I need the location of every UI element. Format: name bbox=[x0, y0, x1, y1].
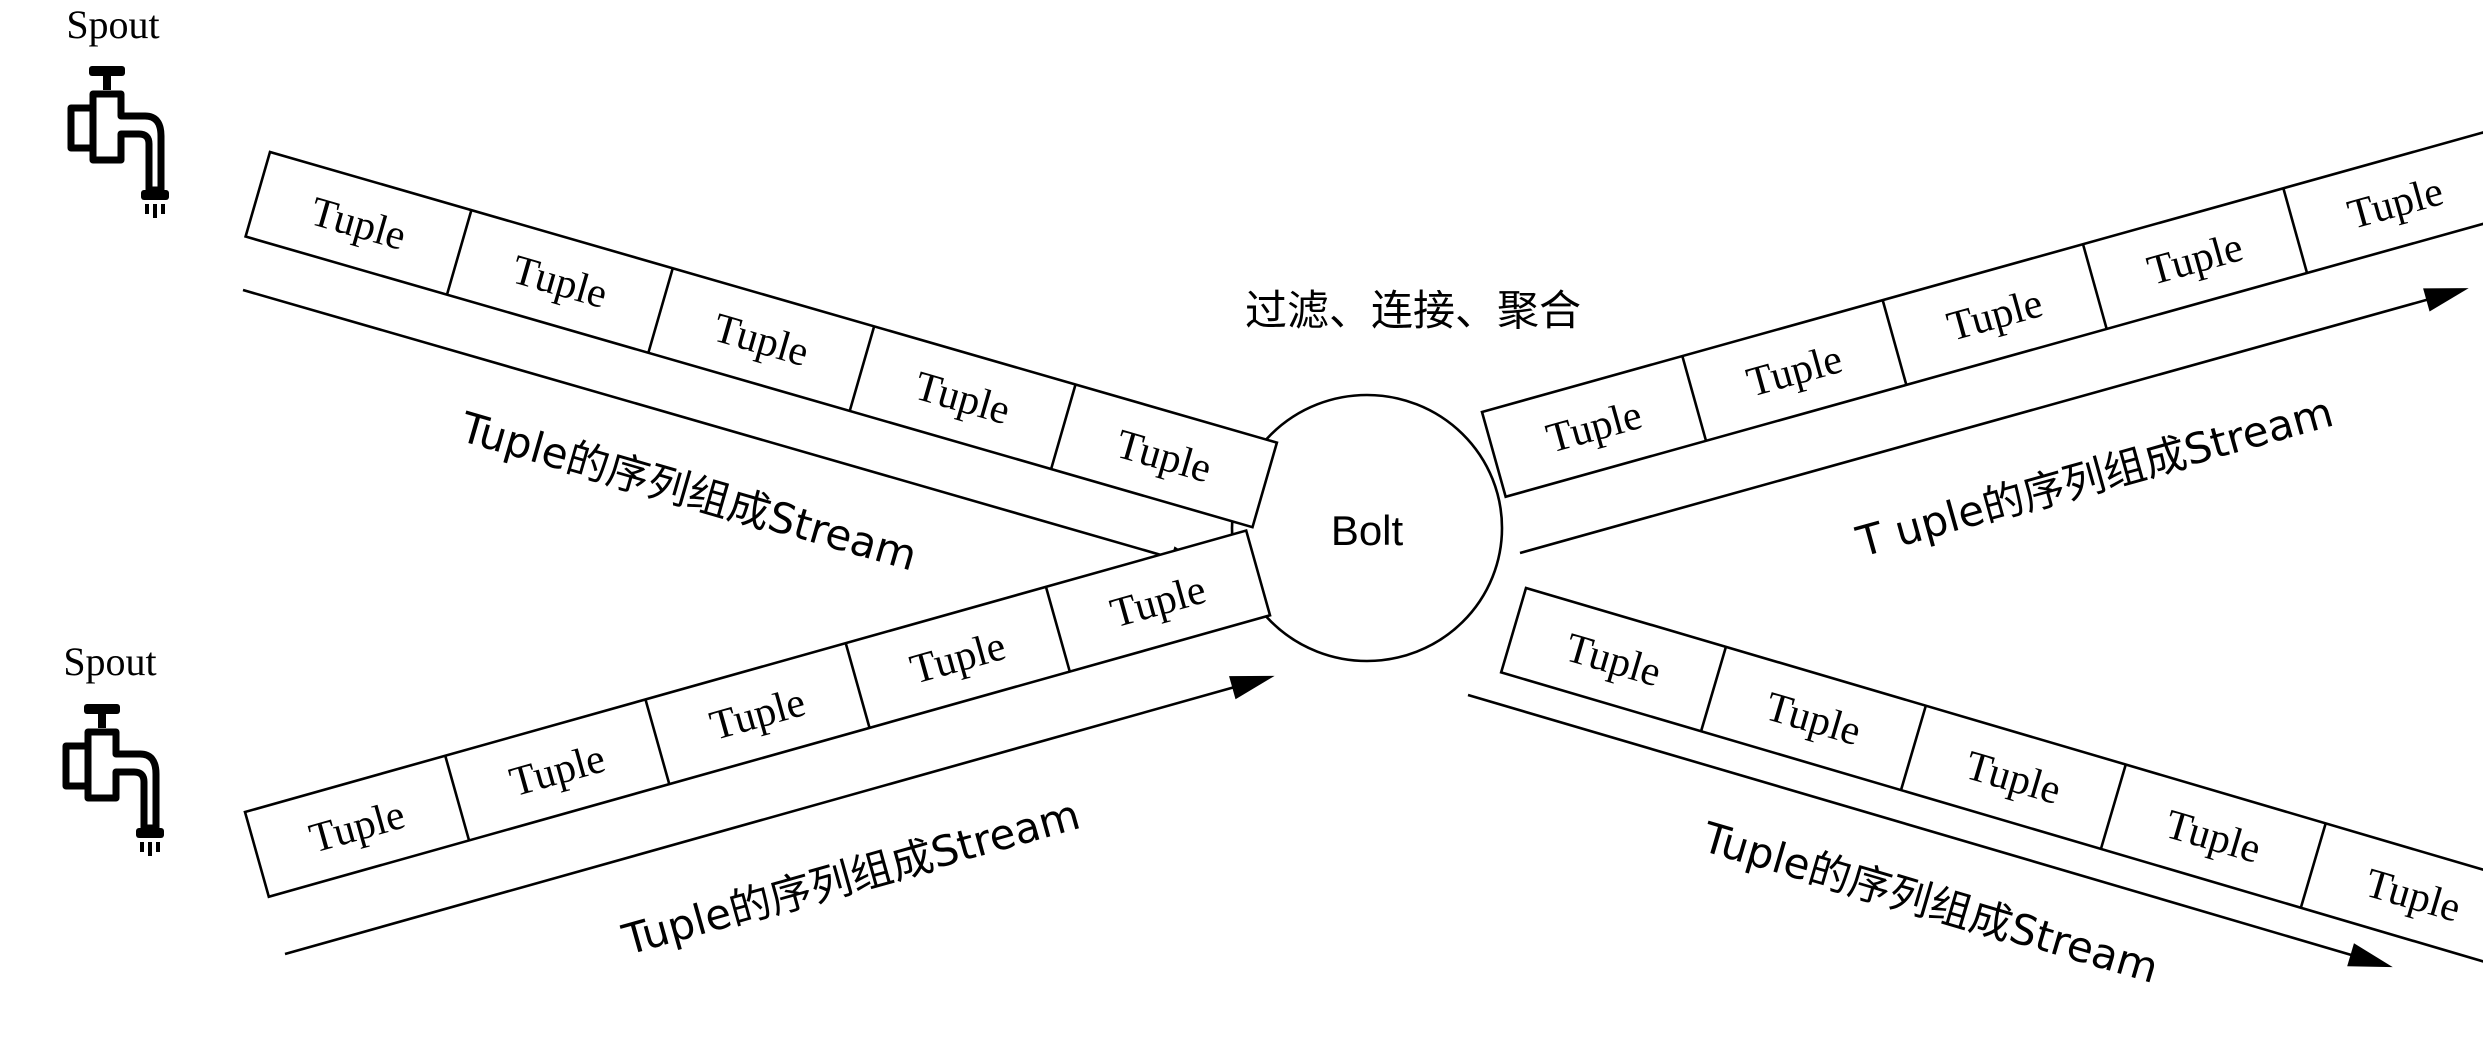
spout-top: Spout bbox=[66, 2, 169, 218]
stream-upper-left: Tuple Tuple Tuple Tuple Tuple bbox=[243, 150, 1279, 529]
bolt-caption: 过滤、连接、聚合 bbox=[1245, 286, 1581, 335]
spout-label: Spout bbox=[63, 639, 156, 684]
stream-lower-left: Tuple Tuple Tuple Tuple Tuple bbox=[243, 528, 1272, 899]
stream-caption: Tuple的序列组成Stream bbox=[616, 790, 1085, 965]
bolt-label: Bolt bbox=[1331, 507, 1404, 554]
storm-topology-diagram: Spout Spout Bolt 过滤、连接、聚合 Tuple Tuple Tu… bbox=[0, 0, 2483, 1044]
stream-upper-right: Tuple Tuple Tuple Tuple Tuple bbox=[1480, 130, 2483, 499]
faucet-icon bbox=[67, 66, 169, 218]
spout-label: Spout bbox=[66, 2, 159, 47]
faucet-icon bbox=[62, 704, 164, 856]
bolt-node: Bolt bbox=[1230, 393, 1504, 663]
stream-caption: T uple的序列组成Stream bbox=[1851, 387, 2339, 567]
spout-bottom: Spout bbox=[62, 639, 164, 856]
stream-caption: Tuple的序列组成Stream bbox=[454, 402, 922, 580]
